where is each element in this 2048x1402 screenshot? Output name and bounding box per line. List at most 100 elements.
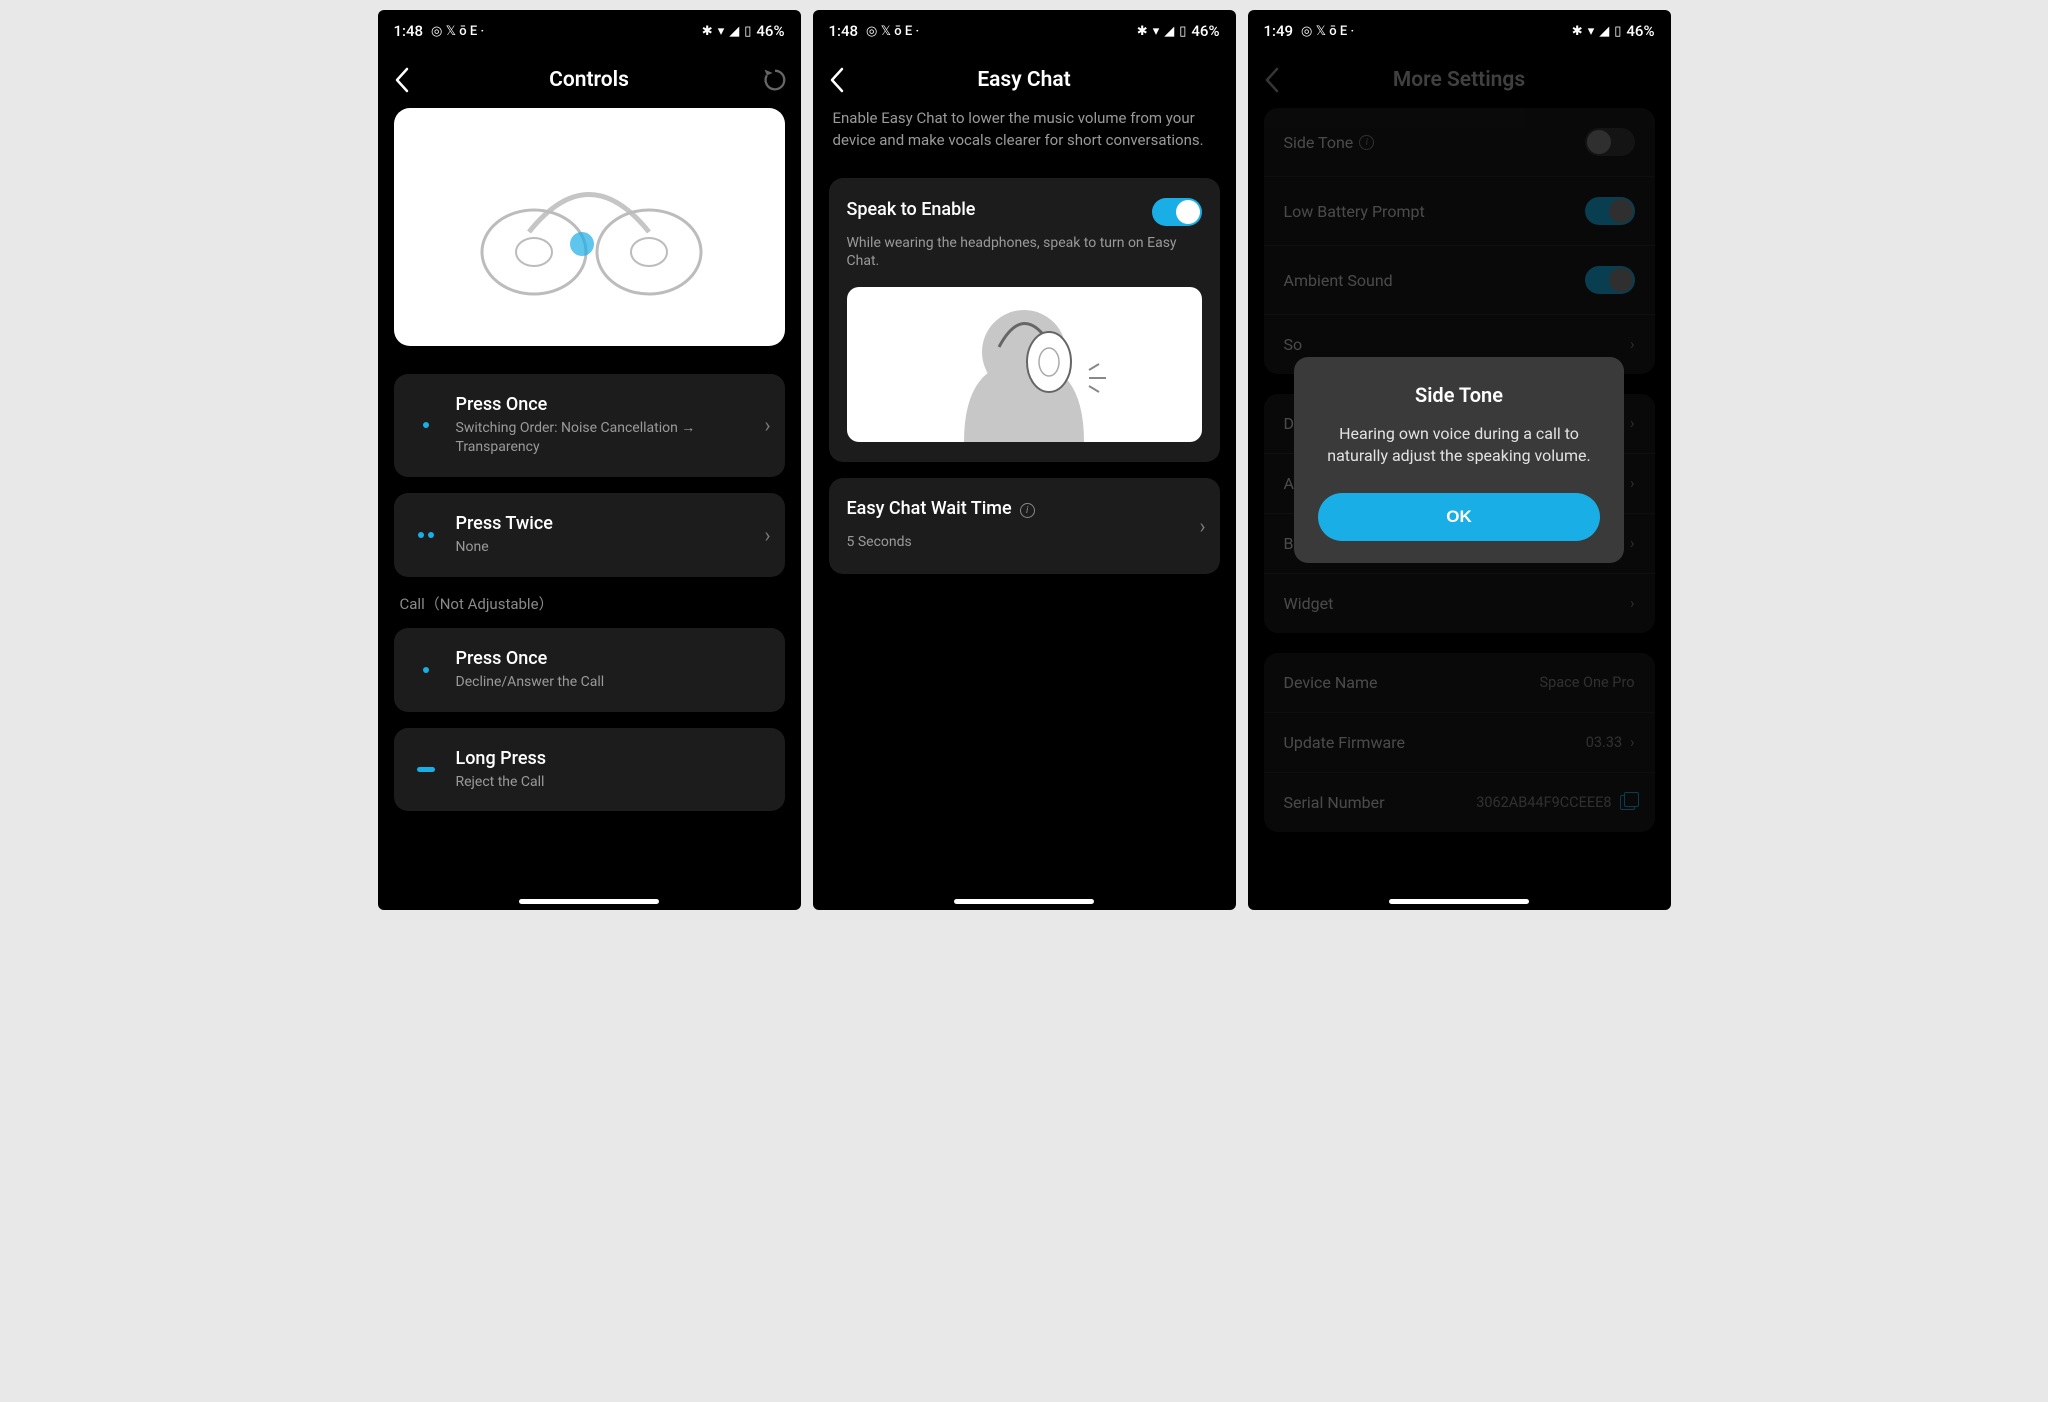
back-button[interactable] <box>1260 63 1284 97</box>
status-bar: 1:48 ◎ 𝕏 ō E · ✱ ▾ ◢ ▯ 46% <box>813 10 1236 52</box>
item-title: Press Once <box>456 394 767 415</box>
control-press-twice[interactable]: Press Twice None › <box>394 493 785 577</box>
row-device-name[interactable]: Device Name Space One Pro <box>1264 653 1655 713</box>
row-value: 3062AB44F9CCEEE8 <box>1476 794 1611 811</box>
chevron-right-icon: › <box>1630 535 1634 552</box>
bluetooth-icon: ✱ <box>1137 24 1148 39</box>
settings-group-1: Side Tone i Low Battery Prompt Ambient So… <box>1264 108 1655 374</box>
modal-ok-button[interactable]: OK <box>1318 493 1600 541</box>
item-sub: Switching Order: Noise Cancellation → Tr… <box>456 419 767 457</box>
item-title: Long Press <box>456 748 767 769</box>
row-value: 03.33 <box>1586 734 1622 751</box>
row-label: Device Name <box>1284 673 1378 692</box>
item-title: Press Once <box>456 648 767 669</box>
call-press-once: Press Once Decline/Answer the Call <box>394 628 785 712</box>
side-tone-toggle[interactable] <box>1585 128 1635 156</box>
info-icon[interactable]: i <box>1359 135 1374 150</box>
page-title: Controls <box>549 68 629 92</box>
wifi-icon: ▾ <box>1588 24 1595 39</box>
info-icon[interactable]: i <box>1020 503 1035 518</box>
row-label: Serial Number <box>1284 793 1385 812</box>
chevron-right-icon: › <box>1630 336 1634 353</box>
copy-icon[interactable] <box>1620 795 1635 810</box>
feature-description: Enable Easy Chat to lower the music volu… <box>833 108 1216 152</box>
item-sub: Decline/Answer the Call <box>456 673 767 692</box>
item-title: Speak to Enable <box>847 199 976 220</box>
nav-bar: Controls <box>378 52 801 108</box>
status-time: 1:49 <box>1264 22 1294 40</box>
nav-bar: Easy Chat <box>813 52 1236 108</box>
home-indicator[interactable] <box>1389 899 1529 904</box>
wait-time-row[interactable]: Easy Chat Wait Time i 5 Seconds › <box>829 478 1220 574</box>
row-update-firmware[interactable]: Update Firmware 03.33 › <box>1264 713 1655 773</box>
battery-text: 46% <box>756 22 784 40</box>
chevron-right-icon: › <box>1630 734 1634 751</box>
bar-icon <box>417 767 435 772</box>
signal-icon: ◢ <box>729 24 739 39</box>
back-button[interactable] <box>390 63 414 97</box>
home-indicator[interactable] <box>519 899 659 904</box>
speaking-illustration <box>847 287 1202 442</box>
content: Press Once Switching Order: Noise Cancel… <box>378 108 801 910</box>
settings-group-device: Device Name Space One Pro Update Firmwar… <box>1264 653 1655 832</box>
chevron-right-icon: › <box>764 523 770 547</box>
page-title: More Settings <box>1393 68 1525 92</box>
status-time: 1:48 <box>829 22 859 40</box>
modal-body: Hearing own voice during a call to natur… <box>1318 423 1600 468</box>
side-tone-modal: Side Tone Hearing own voice during a cal… <box>1294 357 1624 564</box>
row-label: Ambient Sound <box>1284 271 1393 290</box>
screen-easy-chat: 1:48 ◎ 𝕏 ō E · ✱ ▾ ◢ ▯ 46% Easy Chat Ena… <box>813 10 1236 910</box>
control-press-once[interactable]: Press Once Switching Order: Noise Cancel… <box>394 374 785 477</box>
battery-icon: ▯ <box>1614 24 1621 39</box>
wifi-icon: ▾ <box>1153 24 1160 39</box>
signal-icon: ◢ <box>1164 24 1174 39</box>
status-bar: 1:48 ◎ 𝕏 ō E · ✱ ▾ ◢ ▯ 46% <box>378 10 801 52</box>
chevron-right-icon: › <box>1630 595 1634 612</box>
wifi-icon: ▾ <box>718 24 725 39</box>
page-title: Easy Chat <box>977 68 1070 92</box>
battery-icon: ▯ <box>744 24 751 39</box>
row-label: Update Firmware <box>1284 733 1405 752</box>
dot-icon <box>423 667 429 673</box>
item-value: 5 Seconds <box>847 533 1202 552</box>
battery-text: 46% <box>1626 22 1654 40</box>
status-app-icons: ◎ 𝕏 ō E · <box>866 24 919 39</box>
row-side-tone[interactable]: Side Tone i <box>1264 108 1655 177</box>
battery-icon: ▯ <box>1179 24 1186 39</box>
row-widget[interactable]: Widget › <box>1264 574 1655 633</box>
chevron-right-icon: › <box>764 413 770 437</box>
row-value: Space One Pro <box>1540 674 1635 691</box>
battery-text: 46% <box>1191 22 1219 40</box>
row-ambient-sound[interactable]: Ambient Sound <box>1264 246 1655 315</box>
dot-icon <box>428 532 434 538</box>
row-label: Low Battery Prompt <box>1284 202 1425 221</box>
row-label: Side Tone <box>1284 133 1354 152</box>
item-sub: None <box>456 538 767 557</box>
dot-icon <box>423 422 429 428</box>
signal-icon: ◢ <box>1599 24 1609 39</box>
item-title: Press Twice <box>456 513 767 534</box>
status-time: 1:48 <box>394 22 424 40</box>
ambient-sound-toggle[interactable] <box>1585 266 1635 294</box>
headphone-illustration <box>394 108 785 346</box>
chevron-right-icon: › <box>1630 475 1634 492</box>
call-long-press: Long Press Reject the Call <box>394 728 785 812</box>
low-battery-toggle[interactable] <box>1585 197 1635 225</box>
status-bar: 1:49 ◎ 𝕏 ō E · ✱ ▾ ◢ ▯ 46% <box>1248 10 1671 52</box>
row-label: D <box>1284 414 1295 433</box>
nav-bar: More Settings <box>1248 52 1671 108</box>
dot-icon <box>418 532 424 538</box>
home-indicator[interactable] <box>954 899 1094 904</box>
status-app-icons: ◎ 𝕏 ō E · <box>1301 24 1354 39</box>
item-title: Easy Chat Wait Time <box>847 498 1012 519</box>
bluetooth-icon: ✱ <box>702 24 713 39</box>
speak-to-enable-card: Speak to Enable While wearing the headph… <box>829 178 1220 463</box>
reset-button[interactable] <box>761 66 789 94</box>
screen-more-settings: 1:49 ◎ 𝕏 ō E · ✱ ▾ ◢ ▯ 46% More Settings… <box>1248 10 1671 910</box>
row-label: Widget <box>1284 594 1334 613</box>
back-button[interactable] <box>825 63 849 97</box>
row-serial-number[interactable]: Serial Number 3062AB44F9CCEEE8 <box>1264 773 1655 832</box>
speak-to-enable-toggle[interactable] <box>1152 198 1202 226</box>
row-low-battery-prompt[interactable]: Low Battery Prompt <box>1264 177 1655 246</box>
bluetooth-icon: ✱ <box>1572 24 1583 39</box>
